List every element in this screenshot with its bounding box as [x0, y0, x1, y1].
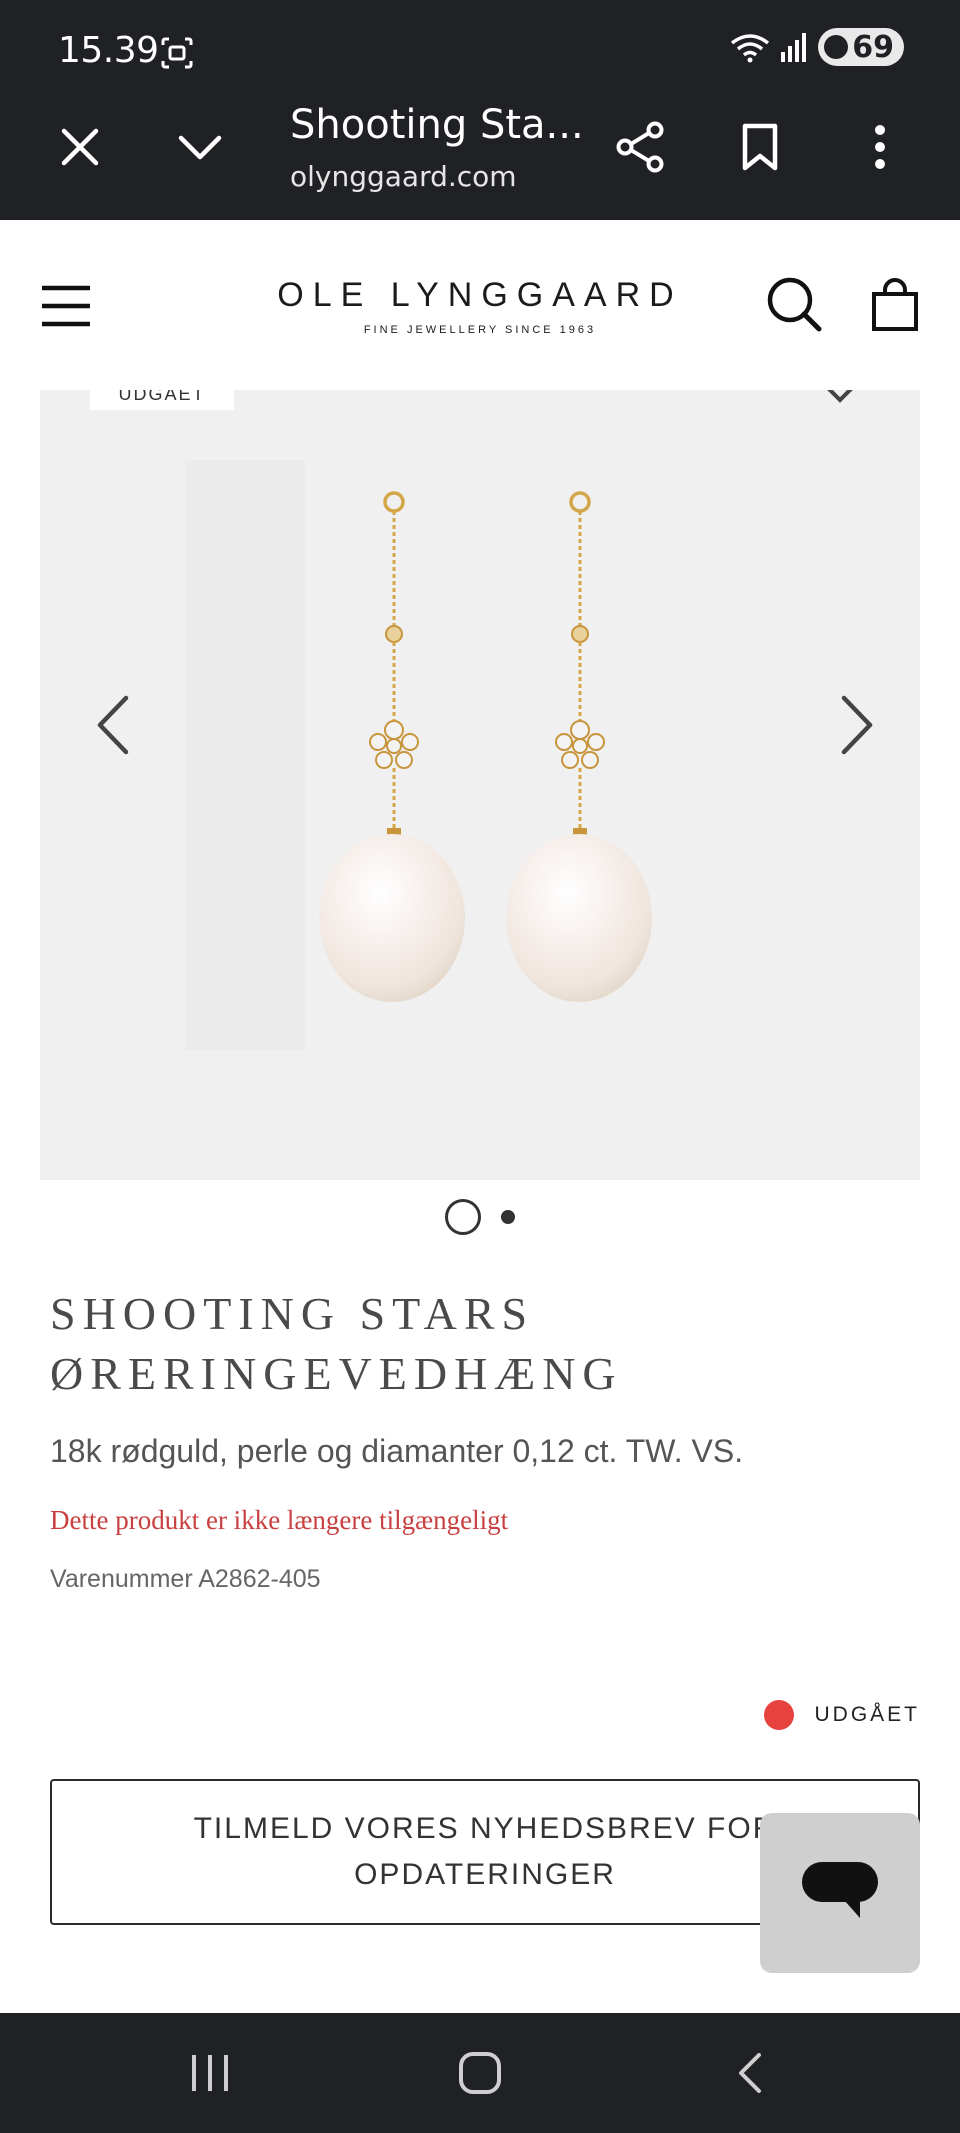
availability-message: Dette produkt er ikke længere tilgængeli…	[50, 1505, 509, 1535]
chevron-down-icon[interactable]	[170, 117, 230, 177]
bookmark-icon[interactable]	[730, 117, 790, 177]
more-vertical-icon[interactable]	[850, 117, 910, 177]
tab-url[interactable]: olynggaard.com	[290, 160, 520, 193]
search-icon[interactable]	[766, 276, 822, 332]
pagination-dot[interactable]	[501, 1210, 515, 1224]
battery-saver-icon	[824, 35, 849, 59]
product-description: 18k rødguld, perle og diamanter 0,12 ct.…	[50, 1433, 744, 1469]
back-icon[interactable]	[720, 2043, 780, 2103]
status-indicators: 69	[730, 28, 904, 66]
pagination-dot-active[interactable]	[445, 1199, 481, 1235]
tab-title[interactable]: Shooting Sta...	[290, 102, 584, 148]
chat-widget-button[interactable]	[760, 1813, 920, 1973]
close-icon[interactable]	[50, 117, 110, 177]
browser-chrome: 15.39 69 Shooting Sta... olynggaard.com	[0, 0, 960, 220]
status-dot	[764, 1700, 795, 1730]
screenshot-icon	[161, 37, 193, 69]
signal-icon	[781, 33, 807, 62]
recent-apps-icon[interactable]	[180, 2043, 240, 2103]
shopping-bag-icon[interactable]	[870, 278, 920, 332]
product-sku: Varenummer A2862-405	[50, 1565, 321, 1593]
stock-status-label: UDGÅET	[814, 1703, 920, 1726]
battery-icon: 69	[818, 28, 904, 66]
product-image	[185, 460, 652, 1050]
product-gallery[interactable]: UDGÅET	[40, 390, 920, 1180]
product-title: SHOOTING STARS ØRERINGEVEDHÆNG	[50, 1288, 623, 1399]
chat-bubble-icon	[802, 1862, 878, 1918]
system-nav-bar	[0, 2013, 960, 2133]
site-header: OLE LYNGGAARD FINE JEWELLERY SINCE 1963	[0, 220, 960, 390]
gallery-pagination	[0, 1196, 960, 1238]
chevron-left-icon[interactable]	[84, 690, 144, 760]
share-icon[interactable]	[610, 117, 670, 177]
wifi-icon	[731, 34, 770, 63]
home-icon[interactable]	[450, 2043, 510, 2103]
chevron-right-icon[interactable]	[826, 690, 886, 760]
stock-status: UDGÅET	[764, 1700, 920, 1730]
status-time: 15.39	[58, 30, 159, 71]
battery-level: 69	[852, 29, 894, 65]
